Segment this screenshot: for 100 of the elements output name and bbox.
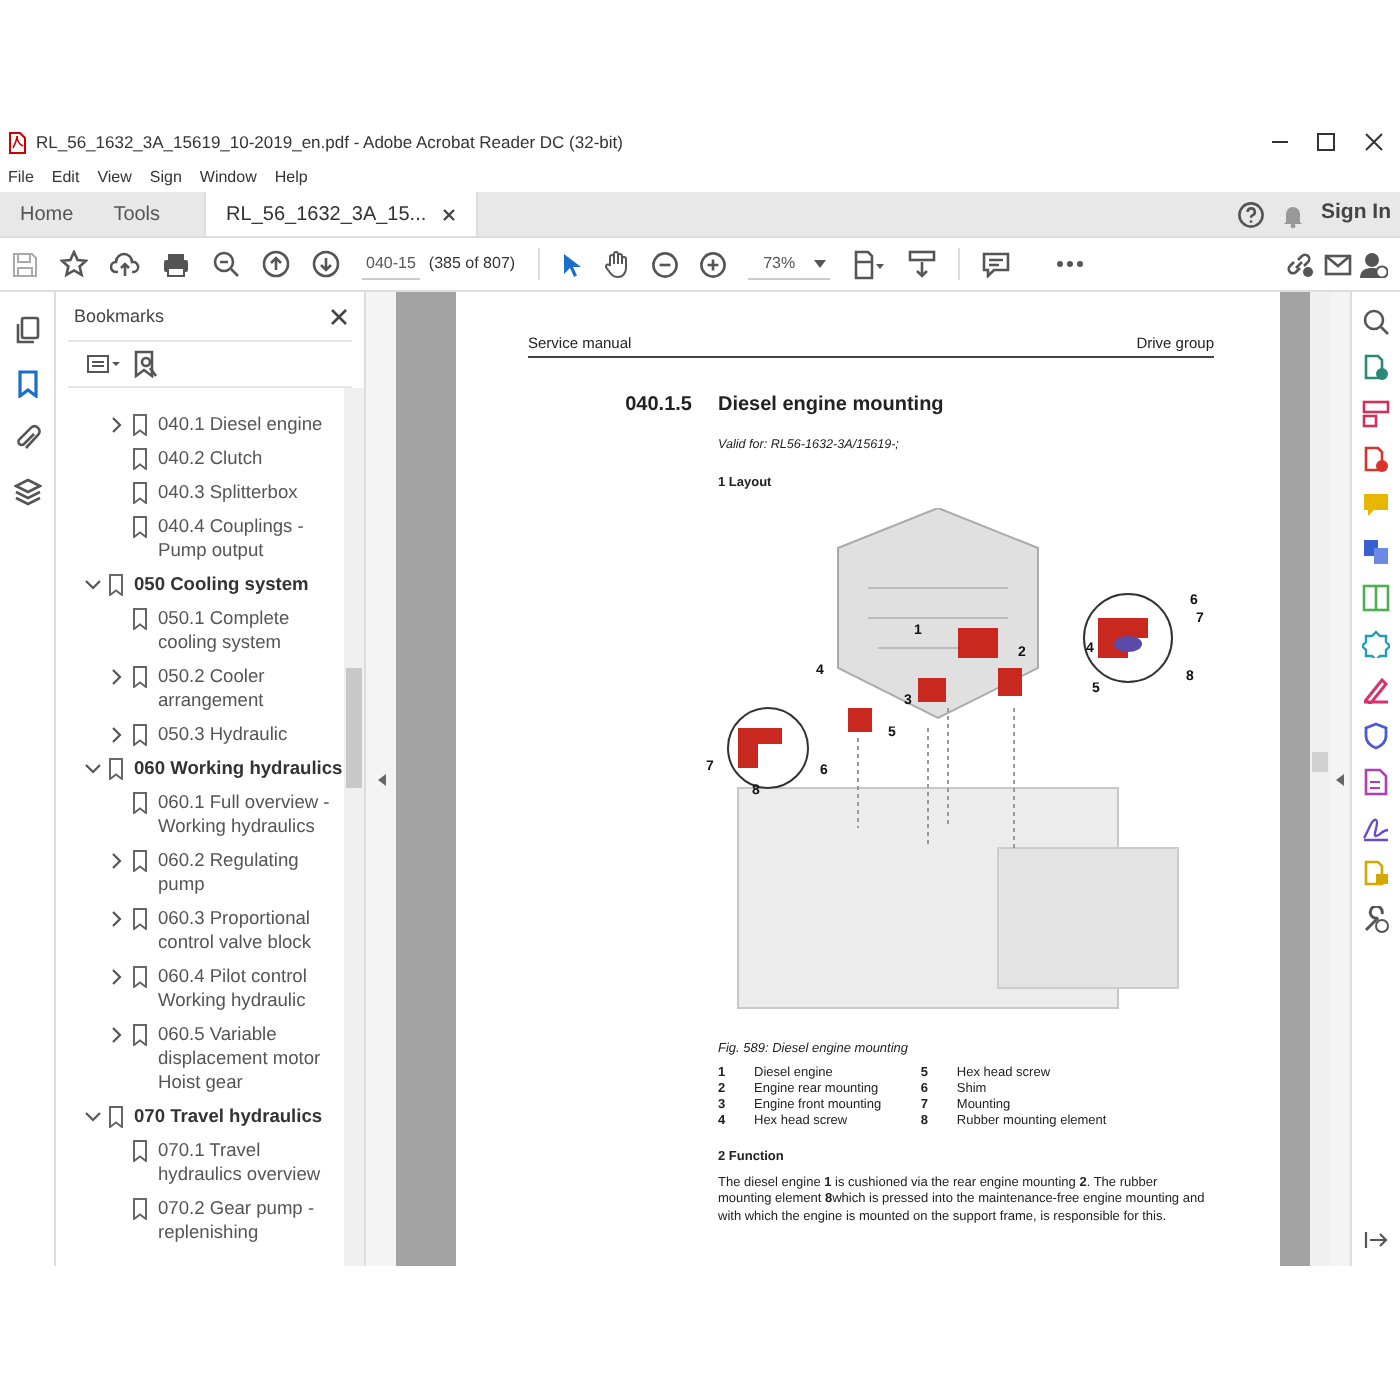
shield-icon[interactable] [1362,722,1390,750]
window-title: RL_56_1632_3A_15619_10-2019_en.pdf - Adobe Acrobat Reader DC (32-bit) [36,129,623,155]
page-fit-icon[interactable] [851,249,886,279]
zoom-icon[interactable] [1362,308,1390,336]
chevron-right-icon[interactable] [108,1025,126,1043]
previous-page-icon[interactable] [262,250,290,278]
collapse-arrow-icon[interactable] [377,773,385,785]
tab[interactable]: Tools [93,192,181,236]
help-icon[interactable] [1237,201,1263,227]
scroll-mode-icon[interactable] [907,250,936,278]
link-icon[interactable] [1284,250,1314,278]
more-icon[interactable] [1055,260,1084,268]
tab[interactable]: Home [0,192,94,236]
bookmark-icon [108,1105,124,1127]
tab[interactable]: RL_56_1632_3A_15... [204,192,479,236]
options-menu-icon[interactable] [86,353,122,373]
bookmark-item[interactable]: 060.5 Variable displacement motor Hoist gear [158,1021,344,1093]
comment-icon[interactable] [981,251,1010,277]
bookmark-item[interactable]: 060.2 Regulating pump [158,847,344,895]
bookmark-icon[interactable] [13,370,41,398]
bookmark-item[interactable]: 040.2 Clutch [158,445,263,469]
bookmark-icon [132,1023,148,1045]
layers-icon[interactable] [13,478,41,506]
bookmark-item[interactable]: 050.1 Complete cooling system [158,605,344,653]
bookmark-icon [132,965,148,987]
columns-icon[interactable] [1362,584,1390,612]
bookmark-icon [132,1197,148,1219]
menu-item[interactable]: Help [274,166,308,190]
print-icon[interactable] [162,251,190,277]
chevron-right-icon[interactable] [108,967,126,985]
section-title: Diesel engine mounting [718,392,944,421]
zoom-dropdown[interactable]: 73% [747,249,830,279]
chevron-right-icon[interactable] [108,667,126,685]
layout-icon[interactable] [1362,400,1390,428]
chevron-down-icon[interactable] [84,577,102,591]
signature-icon[interactable] [1362,814,1390,842]
chevron-down-icon[interactable] [84,761,102,775]
star-icon[interactable] [60,250,88,278]
cursor-icon[interactable] [561,251,582,277]
menu-item[interactable]: Window [199,166,257,190]
chevron-right-icon[interactable] [108,909,126,927]
menu-item[interactable]: Sign [149,166,182,190]
caret-icon [813,259,826,267]
menu-item[interactable]: View [97,166,132,190]
zoom-in-icon[interactable] [699,251,726,277]
bookmark-icon [132,849,148,871]
maximize-icon[interactable] [1316,132,1336,152]
paperclip-icon[interactable] [13,424,41,452]
zoom-out-button-icon[interactable] [651,251,678,277]
bookmark-icon [132,481,148,503]
section-number: 040.1.5 [623,392,694,421]
bookmark-item[interactable]: 060.4 Pilot control Working hydraulic [158,963,344,1011]
expand-arrow-icon[interactable] [1336,773,1344,785]
bookmark-item[interactable]: 070.2 Gear pump - replenishing [158,1195,344,1243]
bookmark-item[interactable]: 040.3 Splitterbox [158,479,298,503]
sign-in-link[interactable]: Sign In [1321,198,1391,230]
find-bookmark-icon[interactable] [134,349,158,377]
bookmark-item[interactable]: 040.4 Couplings - Pump output [158,513,344,561]
chevron-down-icon[interactable] [84,1109,102,1123]
pen-icon[interactable] [1362,676,1390,704]
pdf-icon [8,131,26,153]
bookmark-item[interactable]: 060.1 Full overview - Working hydraulics [158,789,344,837]
bookmark-item[interactable]: 070.1 Travel hydraulics overview [158,1137,344,1185]
chevron-right-icon[interactable] [108,851,126,869]
bookmark-icon [132,907,148,929]
chevron-right-icon[interactable] [108,725,126,743]
bookmark-item[interactable]: 060 Working hydraulics [134,755,343,779]
bookmark-icon [132,447,148,469]
menu-item[interactable]: Edit [51,166,80,190]
bookmark-icon [132,665,148,687]
scrollbar[interactable] [1310,292,1330,1266]
hand-icon[interactable] [603,250,630,278]
bookmark-icon [132,791,148,813]
pages-icon[interactable] [13,316,41,344]
bookmark-item[interactable]: 060.3 Proportional control valve block [158,905,344,953]
chevron-right-icon[interactable] [108,415,126,433]
mail-icon[interactable] [1323,253,1351,275]
bookmark-icon [132,515,148,537]
page-count: (385 of 807) [428,252,516,276]
user-add-icon[interactable] [1360,250,1388,278]
close-icon[interactable] [442,207,457,221]
bookmark-item[interactable]: 050.3 Hydraulic [158,721,288,745]
scrollbar[interactable] [344,387,364,1266]
bookmark-icon [132,413,148,435]
bookmark-icon [108,757,124,779]
close-icon[interactable] [1363,132,1383,152]
cloud-upload-icon[interactable] [110,251,140,277]
bookmark-item[interactable]: 050 Cooling system [134,571,309,595]
bookmark-item[interactable]: 040.1 Diesel engine [158,411,323,435]
bookmark-item[interactable]: 070 Travel hydraulics [134,1103,323,1127]
page-number-field[interactable]: 040-15 [362,249,420,279]
zoom-out-icon[interactable] [212,250,240,278]
next-page-icon[interactable] [312,250,340,278]
form-document-icon[interactable] [1362,768,1390,796]
document-plus-icon[interactable] [1362,446,1390,474]
expand-panel-icon[interactable] [1364,1230,1388,1250]
bookmark-item[interactable]: 050.2 Cooler arrangement [158,663,344,711]
menu-item[interactable]: File [8,166,34,190]
close-icon[interactable] [330,308,348,327]
bookmark-icon [132,607,148,629]
